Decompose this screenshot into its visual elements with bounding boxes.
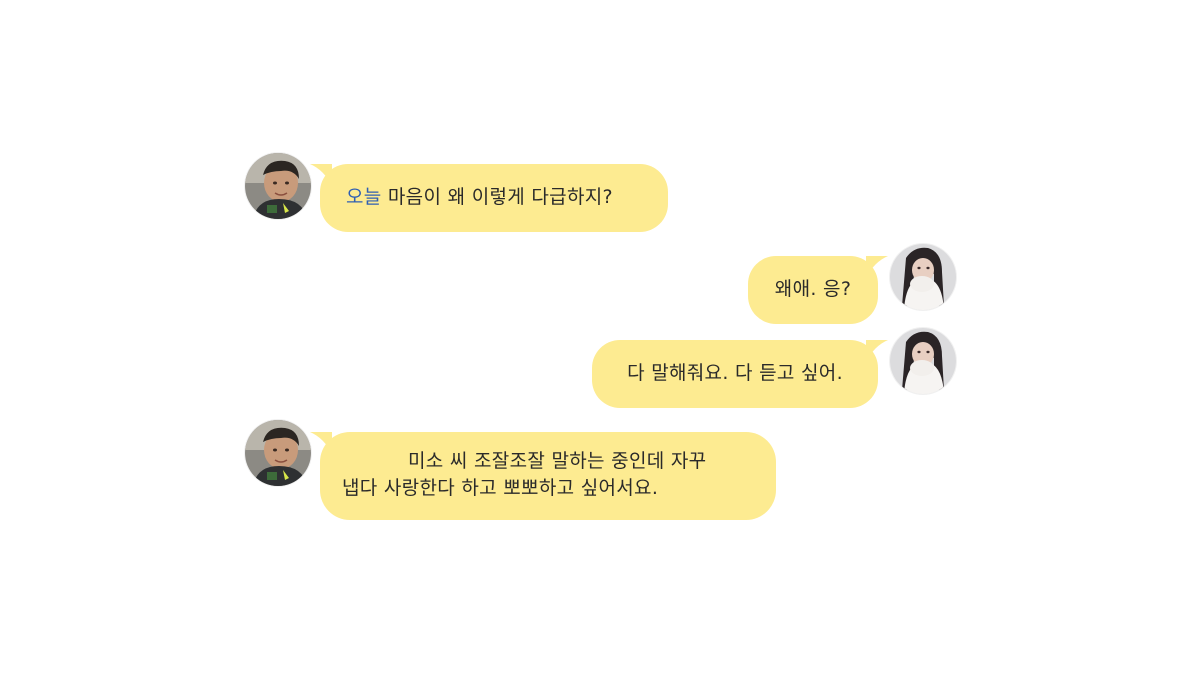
chat-area: 오늘 마음이 왜 이렇게 다급하지? 왜애. 응? 다 말해줘요. 다 듣고 싶… (0, 0, 1200, 674)
message-line-1: 미소 씨 조잘조잘 말하는 중인데 자꾸 (408, 450, 707, 472)
message-bubble-4: 미소 씨 조잘조잘 말하는 중인데 자꾸 냅다 사랑한다 하고 뽀뽀하고 싶어서… (310, 432, 776, 520)
male-profile-photo-icon (245, 420, 311, 486)
female-avatar[interactable] (890, 328, 956, 394)
highlighted-word: 오늘 (346, 186, 382, 208)
female-avatar[interactable] (890, 244, 956, 310)
bubble-tail (310, 432, 332, 454)
bubble-tail (866, 340, 888, 362)
message-text: 왜애. 응? (774, 278, 852, 300)
female-profile-photo-icon (890, 328, 956, 394)
message-bubble-1: 오늘 마음이 왜 이렇게 다급하지? (310, 164, 668, 232)
male-avatar[interactable] (245, 153, 311, 219)
male-avatar[interactable] (245, 420, 311, 486)
bubble-tail (866, 256, 888, 278)
message-bubble-2: 왜애. 응? (748, 256, 888, 324)
message-line-2: 냅다 사랑한다 하고 뽀뽀하고 싶어서요. (342, 477, 659, 499)
message-text: 다 말해줘요. 다 듣고 싶어. (627, 362, 843, 384)
bubble-tail (310, 164, 332, 186)
message-bubble-3: 다 말해줘요. 다 듣고 싶어. (592, 340, 888, 408)
male-profile-photo-icon (245, 153, 311, 219)
female-profile-photo-icon (890, 244, 956, 310)
message-text: 마음이 왜 이렇게 다급하지? (381, 186, 613, 208)
